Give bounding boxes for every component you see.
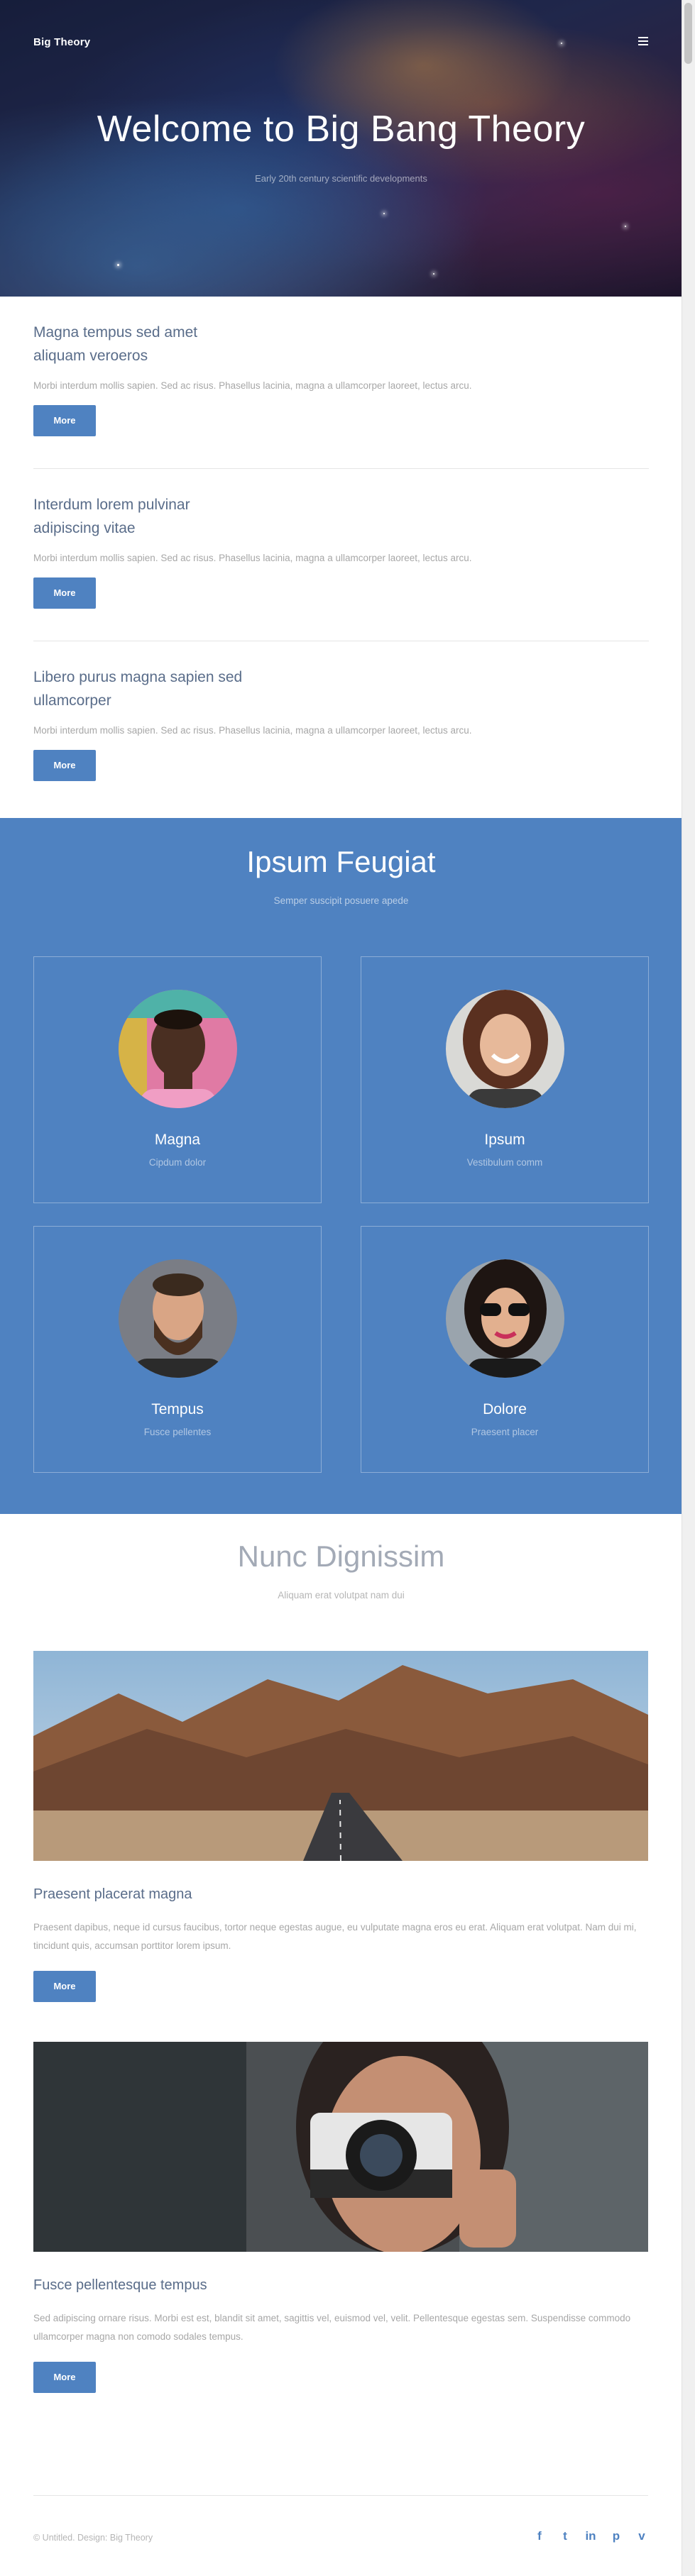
- intro-item: Interdum lorem pulvinar adipiscing vitae…: [33, 469, 649, 641]
- avatar: [119, 990, 237, 1108]
- post-title[interactable]: Fusce pellentesque tempus: [33, 2277, 648, 2294]
- star: [433, 273, 434, 275]
- hero-title: Welcome to Big Bang Theory: [97, 109, 586, 150]
- team-title: Ipsum Feugiat: [246, 845, 436, 878]
- member-name: Dolore: [483, 1401, 527, 1417]
- team-card: Tempus Fusce pellentes: [33, 1226, 322, 1473]
- more-button[interactable]: More: [33, 2362, 96, 2393]
- intro-item-text: Morbi interdum mollis sapien. Sed ac ris…: [33, 553, 472, 563]
- posts-title: Nunc Dignissim: [237, 1539, 445, 1573]
- member-name: Tempus: [151, 1401, 204, 1417]
- intro-item: Magna tempus sed amet aliquam veroeros M…: [33, 297, 649, 469]
- intro-item-title: Magna tempus sed amet aliquam veroeros: [33, 324, 198, 364]
- hamburger-menu-icon[interactable]: [638, 37, 648, 45]
- page-scrollbar[interactable]: [682, 0, 695, 2576]
- more-button[interactable]: More: [33, 405, 96, 436]
- post-image-photographer[interactable]: [33, 2042, 648, 2252]
- team-card: Magna Cipdum dolor: [33, 956, 322, 1203]
- star: [625, 226, 626, 227]
- footer: © Untitled. Design: Big Theory f t in p …: [33, 2495, 648, 2553]
- twitter-icon[interactable]: t: [559, 2528, 571, 2544]
- avatar: [119, 1259, 237, 1378]
- star: [117, 264, 119, 266]
- linkedin-icon[interactable]: in: [584, 2528, 597, 2544]
- post-title[interactable]: Praesent placerat magna: [33, 1886, 648, 1903]
- intro-item-text: Morbi interdum mollis sapien. Sed ac ris…: [33, 725, 472, 736]
- scrollbar-thumb[interactable]: [684, 3, 692, 64]
- posts-subtitle: Aliquam erat volutpat nam dui: [278, 1590, 405, 1601]
- avatar: [446, 1259, 564, 1378]
- site-brand[interactable]: Big Theory: [33, 36, 90, 48]
- copyright-text: © Untitled. Design: Big Theory: [33, 2533, 153, 2543]
- member-role: Praesent placer: [471, 1427, 539, 1437]
- post-text: Sed adipiscing ornare risus. Morbi est e…: [33, 2313, 631, 2342]
- intro-item: Libero purus magna sapien sed ullamcorpe…: [33, 641, 649, 818]
- star: [561, 43, 562, 44]
- more-button[interactable]: More: [33, 1971, 96, 2002]
- star: [383, 213, 385, 214]
- member-role: Fusce pellentes: [143, 1427, 212, 1437]
- team-card: Ipsum Vestibulum comm: [361, 956, 649, 1203]
- intro-item-text: Morbi interdum mollis sapien. Sed ac ris…: [33, 380, 472, 391]
- social-links: f t in p v: [533, 2528, 648, 2544]
- posts-section: Nunc Dignissim Aliquam erat volutpat nam…: [0, 1514, 682, 2495]
- team-card: Dolore Praesent placer: [361, 1226, 649, 1473]
- intro-item-title: Interdum lorem pulvinar adipiscing vitae: [33, 497, 190, 536]
- member-role: Cipdum dolor: [148, 1157, 207, 1168]
- member-name: Ipsum: [484, 1132, 525, 1148]
- post: Fusce pellentesque tempus Sed adipiscing…: [33, 2042, 648, 2393]
- facebook-icon[interactable]: f: [533, 2528, 546, 2544]
- hero-section: Big Theory Welcome to Big Bang Theory Ea…: [0, 0, 682, 297]
- vimeo-icon[interactable]: v: [635, 2528, 648, 2544]
- more-button[interactable]: More: [33, 577, 96, 609]
- member-name: Magna: [154, 1132, 201, 1148]
- post-image-mountain-road[interactable]: [33, 1651, 648, 1861]
- team-subtitle: Semper suscipit posuere apede: [273, 895, 409, 906]
- more-button[interactable]: More: [33, 750, 96, 781]
- team-section: Ipsum Feugiat Semper suscipit posuere ap…: [0, 818, 682, 1514]
- intro-section: Magna tempus sed amet aliquam veroeros M…: [0, 297, 682, 818]
- post-text: Praesent dapibus, neque id cursus faucib…: [33, 1922, 637, 1951]
- avatar: [446, 990, 564, 1108]
- pinterest-icon[interactable]: p: [610, 2528, 623, 2544]
- member-role: Vestibulum comm: [466, 1157, 543, 1168]
- post: Praesent placerat magna Praesent dapibus…: [33, 1651, 648, 2002]
- hero-subtitle: Early 20th century scientific developmen…: [255, 173, 427, 184]
- intro-item-title: Libero purus magna sapien sed ullamcorpe…: [33, 669, 243, 709]
- page: Big Theory Welcome to Big Bang Theory Ea…: [0, 0, 682, 2543]
